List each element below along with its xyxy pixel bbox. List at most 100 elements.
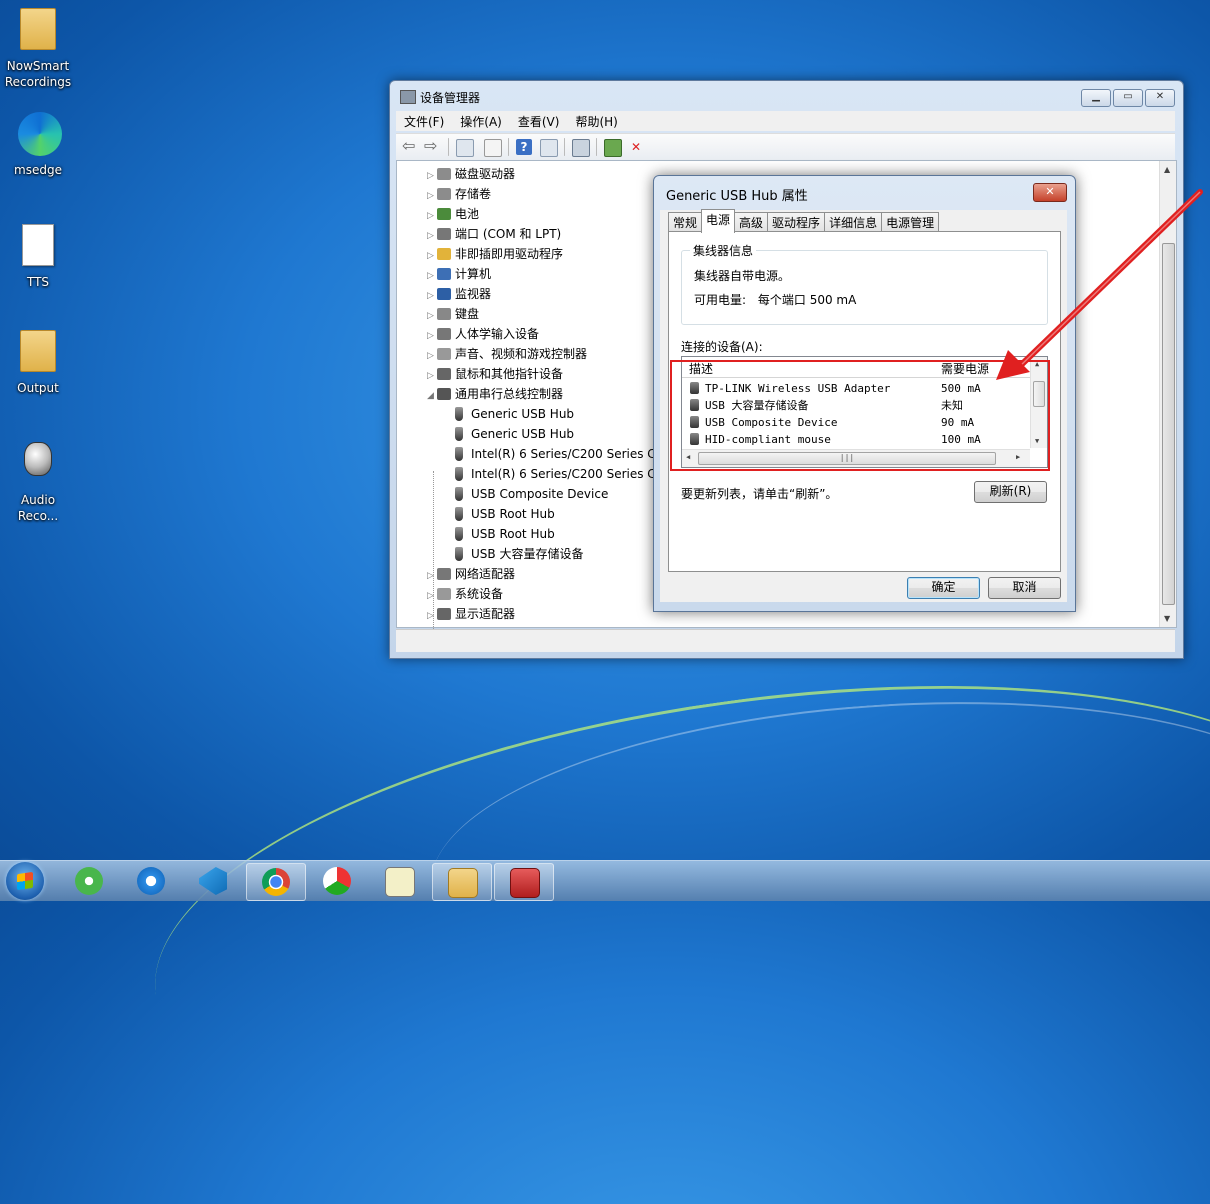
tree-category[interactable]: ▷ 计算机 (427, 265, 491, 283)
tab-general[interactable]: 常规 (668, 212, 703, 233)
scroll-up-icon[interactable]: ▲ (1164, 165, 1170, 174)
tree-category[interactable]: ◢ 通用串行总线控制器 (427, 385, 563, 403)
device-category-icon (437, 368, 451, 380)
tree-category[interactable]: ▷ 电池 (427, 205, 479, 223)
device-category-icon (437, 388, 451, 400)
expand-arrow-icon[interactable]: ▷ (427, 247, 437, 265)
tree-category[interactable]: ▷ 磁盘驱动器 (427, 165, 515, 183)
forward-arrow-icon[interactable]: ⇨ (424, 138, 440, 155)
tree-item-label: 系统设备 (455, 587, 504, 601)
annotation-highlight-box (670, 360, 1050, 471)
windows-logo-icon (17, 871, 33, 891)
update-driver-icon[interactable] (604, 139, 622, 157)
start-button[interactable] (6, 862, 44, 900)
menu-help[interactable]: 帮助(H) (567, 111, 625, 131)
show-hide-tree-icon[interactable] (456, 139, 474, 157)
tree-category[interactable]: ▷ 存储卷 (427, 185, 491, 203)
expand-arrow-icon[interactable]: ▷ (427, 227, 437, 245)
tree-category[interactable]: ▷ 人体学输入设备 (427, 325, 539, 343)
taskbar-ie[interactable] (122, 863, 180, 899)
tree-vertical-scrollbar[interactable]: ▲ ▼ (1159, 161, 1176, 627)
window-title-bar[interactable]: 设备管理器 (400, 89, 480, 106)
expand-arrow-icon[interactable]: ▷ (427, 367, 437, 385)
maximize-button[interactable]: ▭ (1113, 89, 1143, 107)
taskbar-chrome[interactable] (246, 863, 306, 901)
device-manager-icon (400, 90, 416, 104)
minimize-button[interactable]: ▁ (1081, 89, 1111, 107)
desktop-icon-tts[interactable]: TTS (0, 224, 76, 290)
vscode-icon (199, 867, 227, 895)
tab-driver[interactable]: 驱动程序 (767, 212, 826, 233)
hub-info-legend: 集线器信息 (690, 242, 757, 259)
tree-device[interactable]: Intel(R) 6 Series/C200 Series C (455, 445, 656, 463)
desktop-icon-audio-recorder[interactable]: Audio Reco... (0, 436, 76, 524)
help-icon[interactable]: ? (516, 139, 532, 155)
tab-details[interactable]: 详细信息 (824, 212, 883, 233)
taskbar-explorer[interactable] (432, 863, 492, 901)
ie-icon (137, 867, 165, 895)
tab-advanced[interactable]: 高级 (734, 212, 769, 233)
taskbar-vscode[interactable] (184, 863, 242, 899)
taskbar-wechat[interactable] (60, 863, 118, 899)
taskbar-app[interactable] (308, 863, 366, 899)
expand-arrow-icon[interactable]: ▷ (427, 347, 437, 365)
scroll-down-icon[interactable]: ▼ (1164, 614, 1170, 623)
usb-plug-icon (455, 527, 463, 541)
expand-arrow-icon[interactable]: ▷ (427, 587, 437, 605)
tree-device[interactable]: USB 大容量存储设备 (455, 545, 583, 563)
tab-power-management[interactable]: 电源管理 (881, 212, 940, 233)
tree-device[interactable]: USB Composite Device (455, 485, 608, 503)
device-category-icon (437, 568, 451, 580)
tree-device[interactable]: Intel(R) 6 Series/C200 Series C (455, 465, 656, 483)
desktop-icon-label: msedge (14, 163, 62, 177)
dialog-title: Generic USB Hub 属性 (666, 189, 808, 204)
back-arrow-icon[interactable]: ⇦ (402, 138, 418, 155)
dialog-close-button[interactable]: ✕ (1033, 183, 1067, 202)
tree-category[interactable]: ▷ 声音、视频和游戏控制器 (427, 345, 587, 363)
desktop-icon-output[interactable]: Output (0, 330, 76, 396)
menu-file[interactable]: 文件(F) (396, 111, 452, 131)
expand-arrow-icon[interactable]: ▷ (427, 267, 437, 285)
expand-arrow-icon[interactable]: ▷ (427, 207, 437, 225)
tree-device[interactable]: Generic USB Hub (455, 425, 574, 443)
desktop-icon-nowsmart[interactable]: NowSmart Recordings (0, 8, 76, 90)
ok-button[interactable]: 确定 (907, 577, 980, 599)
scan-hardware-icon[interactable] (572, 139, 590, 157)
expand-arrow-icon[interactable]: ▷ (427, 287, 437, 305)
tree-category[interactable]: ▷ 键盘 (427, 305, 479, 323)
taskbar-device-manager[interactable] (494, 863, 554, 901)
connected-devices-label: 连接的设备(A): (681, 340, 763, 354)
properties-icon[interactable] (484, 139, 502, 157)
tree-device[interactable]: Generic USB Hub (455, 405, 574, 423)
tree-item-label: 监视器 (455, 287, 492, 301)
menu-action[interactable]: 操作(A) (452, 111, 510, 131)
expand-arrow-icon[interactable]: ▷ (427, 187, 437, 205)
tree-device[interactable]: USB Root Hub (455, 525, 555, 543)
expand-arrow-icon[interactable]: ▷ (427, 567, 437, 585)
expand-arrow-icon[interactable]: ▷ (427, 327, 437, 345)
expand-arrow-icon[interactable]: ▷ (427, 167, 437, 185)
view-icon[interactable] (540, 139, 558, 157)
menu-view[interactable]: 查看(V) (510, 111, 568, 131)
tree-category[interactable]: ▷ 非即插即用驱动程序 (427, 245, 563, 263)
expand-arrow-icon[interactable]: ▷ (427, 307, 437, 325)
desktop-icon-msedge[interactable]: msedge (0, 112, 76, 178)
tree-category[interactable]: ▷ 系统设备 (427, 585, 503, 603)
collapse-arrow-icon[interactable]: ◢ (427, 387, 437, 405)
scrollbar-thumb[interactable] (1162, 243, 1175, 605)
expand-arrow-icon[interactable]: ▷ (427, 607, 437, 625)
tree-category[interactable]: ▷ 端口 (COM 和 LPT) (427, 225, 561, 243)
taskbar-notepad[interactable] (370, 863, 428, 899)
tree-category[interactable]: ▷ 鼠标和其他指针设备 (427, 365, 563, 383)
tree-device[interactable]: USB Root Hub (455, 505, 555, 523)
tab-power[interactable]: 电源 (701, 209, 736, 233)
tree-category[interactable]: ▷ 显示适配器 (427, 605, 515, 623)
refresh-button[interactable]: 刷新(R) (974, 481, 1047, 503)
uninstall-icon[interactable]: ✕ (628, 139, 644, 155)
tree-category[interactable]: ▷ 监视器 (427, 285, 491, 303)
explorer-icon (448, 868, 478, 898)
tree-category[interactable]: ▷ 网络适配器 (427, 565, 515, 583)
cancel-button[interactable]: 取消 (988, 577, 1061, 599)
close-window-button[interactable]: ✕ (1145, 89, 1175, 107)
tree-item-label: USB Root Hub (471, 507, 555, 521)
